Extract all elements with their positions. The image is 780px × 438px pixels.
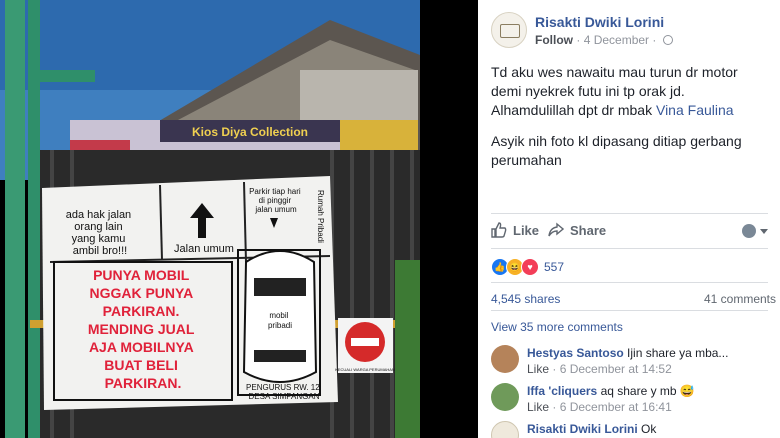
comment-text: Ok xyxy=(641,422,657,436)
post-photo[interactable]: Kios Diya Collection ada hak jalan orang… xyxy=(0,0,478,438)
viewer-avatar xyxy=(742,224,756,238)
comment-body: Risakti Dwiki Lorini Ok xyxy=(527,421,656,437)
house-label: Rumah Pribadi xyxy=(316,190,325,243)
comment-body: Iffa 'cliquers aq share y mb 😅 xyxy=(527,383,695,399)
post-meta: Follow · 4 December · xyxy=(535,33,673,47)
post-as-selector[interactable] xyxy=(742,224,768,238)
author-avatar[interactable] xyxy=(491,12,527,48)
author-name[interactable]: Risakti Dwiki Lorini xyxy=(535,14,664,30)
shop-sign-text: Kios Diya Collection xyxy=(192,125,308,139)
comment-text: aq share y mb 😅 xyxy=(600,384,695,398)
commenter-name[interactable]: Hestyas Santoso xyxy=(527,346,624,360)
thumbs-up-icon xyxy=(491,222,507,238)
share-arrow-icon xyxy=(548,222,564,237)
share-button[interactable]: Share xyxy=(548,222,606,238)
view-more-comments[interactable]: View 35 more comments xyxy=(491,320,623,334)
commenter-name[interactable]: Risakti Dwiki Lorini xyxy=(527,422,638,436)
love-reaction-icon: ♥ xyxy=(521,258,539,276)
mention-link[interactable]: Vina Faulina xyxy=(656,102,734,118)
follow-button[interactable]: Follow xyxy=(535,33,573,47)
comment-like-link[interactable]: Like xyxy=(527,400,549,414)
like-label: Like xyxy=(513,222,540,238)
main-message: PUNYA MOBIL NGGAK PUNYA PARKIRAN. MENDIN… xyxy=(88,267,198,391)
chevron-down-icon xyxy=(760,228,768,234)
meta-dot: · xyxy=(576,33,584,47)
divider xyxy=(491,310,768,311)
reaction-count: 557 xyxy=(544,260,565,274)
divider xyxy=(491,282,768,283)
comment-text: Ijin share ya mba... xyxy=(627,346,729,360)
commenter-avatar[interactable] xyxy=(491,383,519,411)
comment-body: Hestyas Santoso Ijin share ya mba... xyxy=(527,345,728,361)
commenter-name[interactable]: Iffa 'cliquers xyxy=(527,384,597,398)
post-panel: Risakti Dwiki Lorini Follow · 4 December… xyxy=(478,0,780,438)
photo-scene: Kios Diya Collection ada hak jalan orang… xyxy=(0,0,420,438)
post-text: Td aku wes nawaitu mau turun dr motor de… xyxy=(491,63,769,182)
signature: PENGURUS RW. 12 DESA SIMPANGAN xyxy=(246,383,322,401)
comment-date[interactable]: 6 December at 14:52 xyxy=(560,362,672,376)
like-button[interactable]: Like xyxy=(491,222,539,238)
post-text-line: Asyik nih foto kl dipasang ditiap gerban… xyxy=(491,133,742,168)
post-date[interactable]: 4 December xyxy=(584,33,649,47)
comment-like-link[interactable]: Like xyxy=(527,362,549,376)
commenter-avatar[interactable] xyxy=(491,345,519,373)
reactions-summary[interactable]: 👍 😆 ♥ 557 xyxy=(491,258,564,276)
comment-meta: Like · 6 December at 16:41 xyxy=(527,400,672,414)
globe-icon xyxy=(662,35,673,45)
arrow-label: Jalan umum xyxy=(174,243,234,255)
shares-count[interactable]: 4,545 shares xyxy=(491,292,560,306)
commenter-avatar[interactable] xyxy=(491,421,519,438)
banner-question-text: ada hak jalan orang lain yang kamu ambil… xyxy=(66,209,135,257)
share-label: Share xyxy=(570,222,607,238)
action-bar: Like Share xyxy=(491,222,768,242)
comment-date[interactable]: 6 December at 16:41 xyxy=(560,400,672,414)
meta-dot: · xyxy=(652,33,660,47)
car-label: mobil pribadi xyxy=(268,311,292,330)
divider xyxy=(491,248,768,249)
comments-count[interactable]: 41 comments xyxy=(704,292,776,306)
comment-meta: Like · 6 December at 14:52 xyxy=(527,362,672,376)
small-sign-text: KECUALI WARGA PERUMAHAN xyxy=(335,367,395,372)
divider xyxy=(491,213,768,214)
